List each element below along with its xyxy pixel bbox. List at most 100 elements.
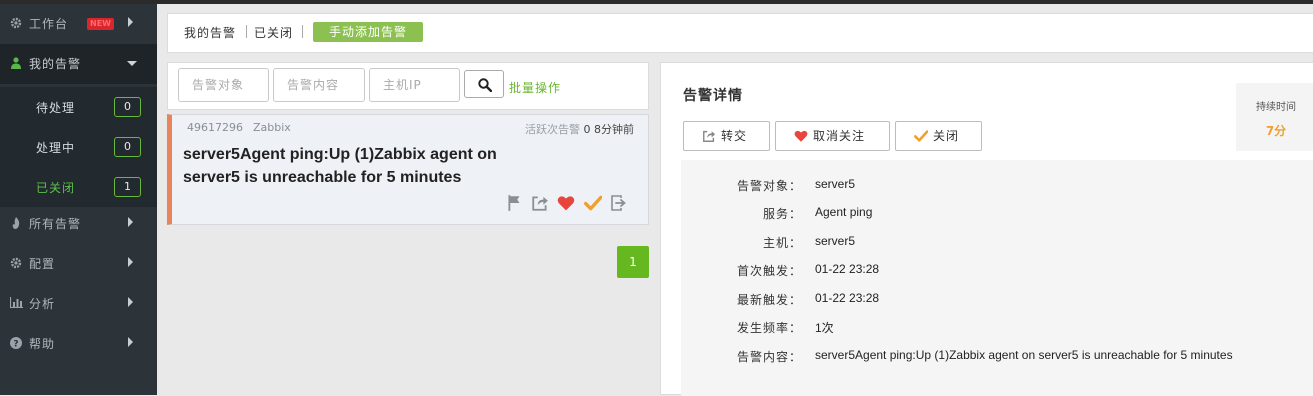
user-icon: [10, 57, 22, 71]
info-key: 首次触发：: [736, 264, 802, 278]
alarm-title[interactable]: server5Agent ping:Up (1)Zabbix agent on …: [183, 143, 523, 189]
check-icon: [914, 130, 928, 142]
fire-icon: [10, 217, 22, 231]
info-key: 最新触发：: [736, 293, 802, 307]
filter-bar: 告警对象 告警内容 主机IP 批量操作: [167, 62, 649, 110]
search-icon: [478, 78, 492, 92]
info-row-frequency: 发生频率： 1次: [681, 319, 1313, 339]
sidebar-item-help[interactable]: ? 帮助: [0, 324, 157, 364]
submenu-label: 已关闭: [36, 181, 76, 195]
info-value: server5Agent ping:Up (1)Zabbix agent on …: [815, 348, 1233, 362]
bar-chart-icon: [9, 297, 23, 311]
share-icon: [703, 130, 716, 142]
count-badge: 0: [114, 97, 141, 117]
chevron-right-icon: [128, 257, 133, 267]
breadcrumb-bar: 我的告警 已关闭 手动添加告警: [167, 13, 1313, 53]
sidebar-item-config[interactable]: 配置: [0, 244, 157, 284]
info-value: 01-22 23:28: [815, 262, 880, 276]
info-row-service: 服务： Agent ping: [681, 205, 1313, 225]
add-alarm-button[interactable]: 手动添加告警: [313, 22, 423, 42]
info-value: server5: [815, 234, 856, 248]
info-row-target: 告警对象： server5: [681, 177, 1313, 197]
unfollow-label: 取消关注: [813, 129, 866, 143]
batch-operation-link[interactable]: 批量操作: [509, 79, 561, 96]
sidebar-item-closed[interactable]: 已关闭 1: [0, 167, 157, 207]
info-row-last-trigger: 最新触发： 01-22 23:28: [681, 291, 1313, 311]
submenu-label: 处理中: [36, 141, 76, 155]
alarm-meta: 活跃次告警 0 8分钟前: [525, 121, 634, 137]
sidebar-item-processing[interactable]: 处理中 0: [0, 127, 157, 167]
info-key: 告警对象：: [736, 179, 802, 193]
info-key: 服务：: [762, 207, 802, 221]
sidebar-item-pending[interactable]: 待处理 0: [0, 87, 157, 127]
share-icon[interactable]: [531, 194, 549, 212]
chevron-right-icon: [128, 217, 133, 227]
breadcrumb-closed[interactable]: 已关闭: [254, 24, 293, 41]
chevron-down-icon: [127, 61, 137, 66]
forward-label: 转交: [721, 129, 748, 143]
sidebar-submenu: 待处理 0 处理中 0 已关闭 1: [0, 87, 157, 207]
info-key: 告警内容：: [736, 350, 802, 364]
info-row-content: 告警内容： server5Agent ping:Up (1)Zabbix age…: [681, 348, 1313, 368]
sidebar-item-label: 帮助: [29, 337, 56, 351]
breadcrumb-separator: [246, 25, 247, 38]
top-strip: [0, 0, 1313, 4]
active-alarms-count: 0: [583, 123, 591, 136]
flag-icon[interactable]: [506, 194, 524, 212]
info-value: 01-22 23:28: [815, 291, 880, 305]
sidebar-item-label: 工作台: [29, 17, 69, 31]
sidebar-item-workbench[interactable]: 工作台 NEW: [0, 4, 157, 44]
heart-icon[interactable]: [557, 194, 575, 212]
breadcrumb-separator: [302, 25, 303, 38]
alarm-source: Zabbix: [253, 121, 291, 134]
host-ip-input[interactable]: 主机IP: [369, 68, 460, 102]
svg-text:?: ?: [13, 340, 18, 350]
sidebar-item-label: 分析: [29, 297, 56, 311]
info-key: 主机：: [762, 236, 802, 250]
sidebar-item-label: 所有告警: [29, 217, 82, 231]
submenu-label: 待处理: [36, 101, 76, 115]
unfollow-button[interactable]: 取消关注: [775, 121, 890, 151]
new-badge: NEW: [87, 18, 114, 30]
sidebar-item-my-alarms[interactable]: 我的告警: [0, 44, 157, 84]
duration-label: 持续时间: [1256, 102, 1296, 113]
detail-title: 告警详情: [683, 88, 743, 104]
close-alarm-button[interactable]: 关闭: [895, 121, 982, 151]
forward-button[interactable]: 转交: [683, 121, 770, 151]
alarm-content-input[interactable]: 告警内容: [273, 68, 365, 102]
info-value: server5: [815, 177, 856, 191]
gear-icon: [10, 257, 22, 271]
sidebar-item-all-alarms[interactable]: 所有告警: [0, 204, 157, 244]
info-row-host: 主机： server5: [681, 234, 1313, 254]
pagination-page-button[interactable]: 1: [617, 246, 649, 278]
sidebar-item-label: 我的告警: [29, 57, 82, 71]
transfer-icon[interactable]: [610, 194, 628, 212]
active-alarms-label: 活跃次告警: [525, 123, 580, 136]
breadcrumb-my-alarms[interactable]: 我的告警: [184, 24, 236, 41]
chevron-right-icon: [128, 17, 133, 27]
count-badge: 0: [114, 137, 141, 157]
info-value: Agent ping: [815, 205, 873, 219]
alarm-time-ago: 8分钟前: [594, 123, 634, 136]
alarm-info-box: 告警对象： server5 服务： Agent ping 主机： server5…: [681, 160, 1313, 396]
info-value: 1次: [815, 321, 834, 335]
alarm-target-input[interactable]: 告警对象: [178, 68, 269, 102]
chevron-right-icon: [128, 337, 133, 347]
help-icon: ?: [10, 337, 22, 351]
alarm-id: 49617296: [187, 121, 243, 134]
chevron-right-icon: [128, 297, 133, 307]
info-row-first-trigger: 首次触发： 01-22 23:28: [681, 262, 1313, 282]
alarm-list-panel: 告警对象 告警内容 主机IP 批量操作 49617296 Zabbix 活跃次告…: [167, 62, 649, 395]
duration-box: 持续时间 7分: [1236, 83, 1313, 151]
close-alarm-label: 关闭: [933, 129, 960, 143]
info-key: 发生频率：: [736, 321, 802, 335]
gear-icon: [10, 17, 22, 31]
check-icon[interactable]: [584, 194, 602, 212]
sidebar: 工作台 NEW 我的告警 待处理 0 处理中 0 已关闭 1 所有告警 配置 分…: [0, 4, 157, 395]
duration-value: 7分: [1265, 124, 1287, 138]
alarm-detail-panel: 告警详情 转交 取消关注 关闭 持续时间 7分 告警对象： server5 服务…: [660, 62, 1313, 396]
alarm-list-item[interactable]: 49617296 Zabbix 活跃次告警 0 8分钟前 server5Agen…: [167, 114, 649, 225]
sidebar-item-analysis[interactable]: 分析: [0, 284, 157, 324]
search-button[interactable]: [464, 70, 504, 98]
count-badge: 1: [114, 177, 141, 197]
